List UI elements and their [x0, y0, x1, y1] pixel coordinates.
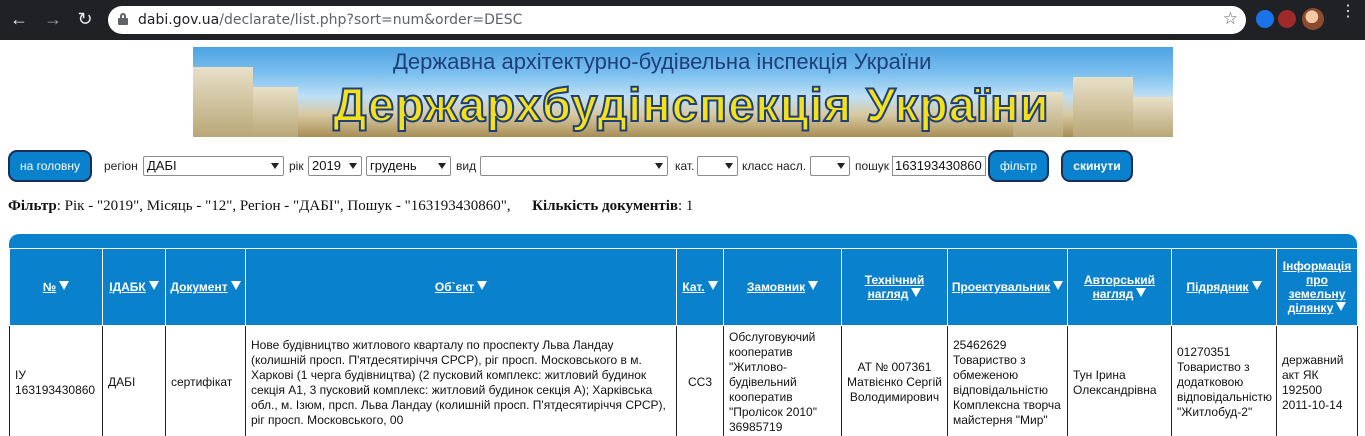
declarations-table: № ІДАБК Документ Об`єкт Кат. Замовник Те… — [9, 248, 1358, 436]
address-bar[interactable]: dabi.gov.ua/declarate/list.php?sort=num&… — [108, 6, 1246, 34]
url-text: dabi.gov.ua/declarate/list.php?sort=num&… — [138, 12, 523, 28]
column-header-object[interactable]: Об`єкт — [245, 248, 677, 326]
sort-arrow-icon[interactable] — [1336, 302, 1347, 311]
cell-customer: Обслуговуючий кооператив "Житлово-будіве… — [723, 325, 842, 436]
forward-icon[interactable]: → — [42, 8, 64, 30]
table-row: ІУ 163193430860 ДАБІ сертифікат Нове буд… — [9, 325, 1358, 436]
sort-arrow-icon[interactable] — [1053, 281, 1064, 290]
column-header-designer[interactable]: Проектувальник — [947, 248, 1068, 326]
chevron-down-icon — [655, 163, 663, 169]
cell-land-info: державний акт ЯК 192500 2011-10-14 — [1276, 325, 1358, 436]
lock-icon — [118, 13, 128, 25]
count-text: : 1 — [677, 198, 694, 214]
month-select[interactable]: грудень — [366, 156, 451, 176]
cell-author-supervision: Тун Ірина Олександрівна — [1067, 325, 1172, 436]
table-header-bar — [9, 234, 1357, 248]
year-select[interactable]: 2019 — [308, 156, 362, 176]
search-label: пошук — [855, 159, 890, 173]
chevron-down-icon — [349, 163, 357, 169]
column-header-customer[interactable]: Замовник — [723, 248, 842, 326]
site-banner: Державна архітектурно-будівельна інспекц… — [193, 47, 1173, 137]
column-header-land-info[interactable]: Інформація про земельну ділянку — [1276, 248, 1358, 326]
cell-tech-supervision: АТ № 007361 Матвієнко Сергій Володимиров… — [841, 325, 948, 436]
cell-object: Нове будівництво житлового кварталу по п… — [245, 325, 677, 436]
cell-cat: СС3 — [676, 325, 724, 436]
chevron-down-icon — [271, 163, 279, 169]
filter-summary: Фільтр: Рік - "2019", Місяць - "12", Рег… — [8, 198, 693, 215]
category-select[interactable] — [697, 156, 738, 176]
column-header-cat[interactable]: Кат. — [676, 248, 724, 326]
cell-idabk: ДАБІ — [102, 325, 166, 436]
sort-arrow-icon[interactable] — [1136, 288, 1147, 297]
cell-document: сертифікат — [165, 325, 246, 436]
column-header-author-supervision[interactable]: Авторський нагляд — [1067, 248, 1172, 326]
type-select[interactable] — [480, 156, 668, 176]
back-icon[interactable]: ← — [8, 8, 30, 30]
count-label: Кількість документів — [532, 198, 678, 214]
year-label: рік — [289, 159, 304, 173]
table-header-row: № ІДАБК Документ Об`єкт Кат. Замовник Те… — [9, 248, 1358, 326]
sort-arrow-icon[interactable] — [230, 281, 241, 290]
column-header-num[interactable]: № — [9, 248, 103, 326]
sort-arrow-icon[interactable] — [148, 281, 159, 290]
chevron-down-icon — [725, 163, 733, 169]
class-select[interactable] — [810, 156, 850, 176]
banner-title: Держархбудінспекція України — [332, 77, 1050, 132]
cell-num: ІУ 163193430860 — [9, 325, 103, 436]
sort-arrow-icon[interactable] — [911, 288, 922, 297]
sort-arrow-icon[interactable] — [808, 281, 819, 290]
home-button[interactable]: на головну — [8, 150, 92, 182]
filter-label: Фільтр — [8, 198, 57, 214]
region-label: регіон — [104, 159, 138, 173]
bookmark-star-icon[interactable]: ☆ — [1223, 9, 1238, 29]
search-input[interactable]: 163193430860 — [892, 156, 986, 176]
column-header-tech-supervision[interactable]: Технічний нагляд — [841, 248, 948, 326]
chevron-down-icon — [837, 163, 845, 169]
banner-subtitle: Державна архітектурно-будівельна інспекц… — [393, 49, 932, 74]
profile-avatar[interactable] — [1302, 8, 1324, 30]
filter-button[interactable]: фільтр — [988, 150, 1049, 182]
extension-icon[interactable] — [1278, 10, 1296, 28]
column-header-document[interactable]: Документ — [165, 248, 246, 326]
reset-button[interactable]: скинути — [1061, 150, 1133, 182]
cell-designer: 25462629 Товариство з обмеженою відповід… — [947, 325, 1068, 436]
filter-text: : Рік - "2019", Місяць - "12", Регіон - … — [56, 198, 511, 214]
region-select[interactable]: ДАБІ — [143, 156, 284, 176]
sort-arrow-icon[interactable] — [477, 281, 488, 290]
browser-toolbar: ← → ↻ dabi.gov.ua/declarate/list.php?sor… — [0, 0, 1365, 40]
menu-icon[interactable]: ⋮ — [1340, 4, 1356, 20]
sort-arrow-icon[interactable] — [1251, 281, 1262, 290]
chevron-down-icon — [438, 163, 446, 169]
reload-icon[interactable]: ↻ — [74, 8, 96, 30]
category-label: кат. — [675, 159, 695, 173]
cell-contractor: 01270351 Товариство з додатковою відпові… — [1171, 325, 1277, 436]
sort-arrow-icon[interactable] — [59, 281, 70, 290]
type-label: вид — [456, 159, 477, 173]
extension-icon[interactable] — [1256, 10, 1274, 28]
sort-arrow-icon[interactable] — [707, 281, 718, 290]
class-label: класс насл. — [742, 159, 807, 173]
column-header-contractor[interactable]: Підрядник — [1171, 248, 1277, 326]
column-header-idabk[interactable]: ІДАБК — [102, 248, 166, 326]
